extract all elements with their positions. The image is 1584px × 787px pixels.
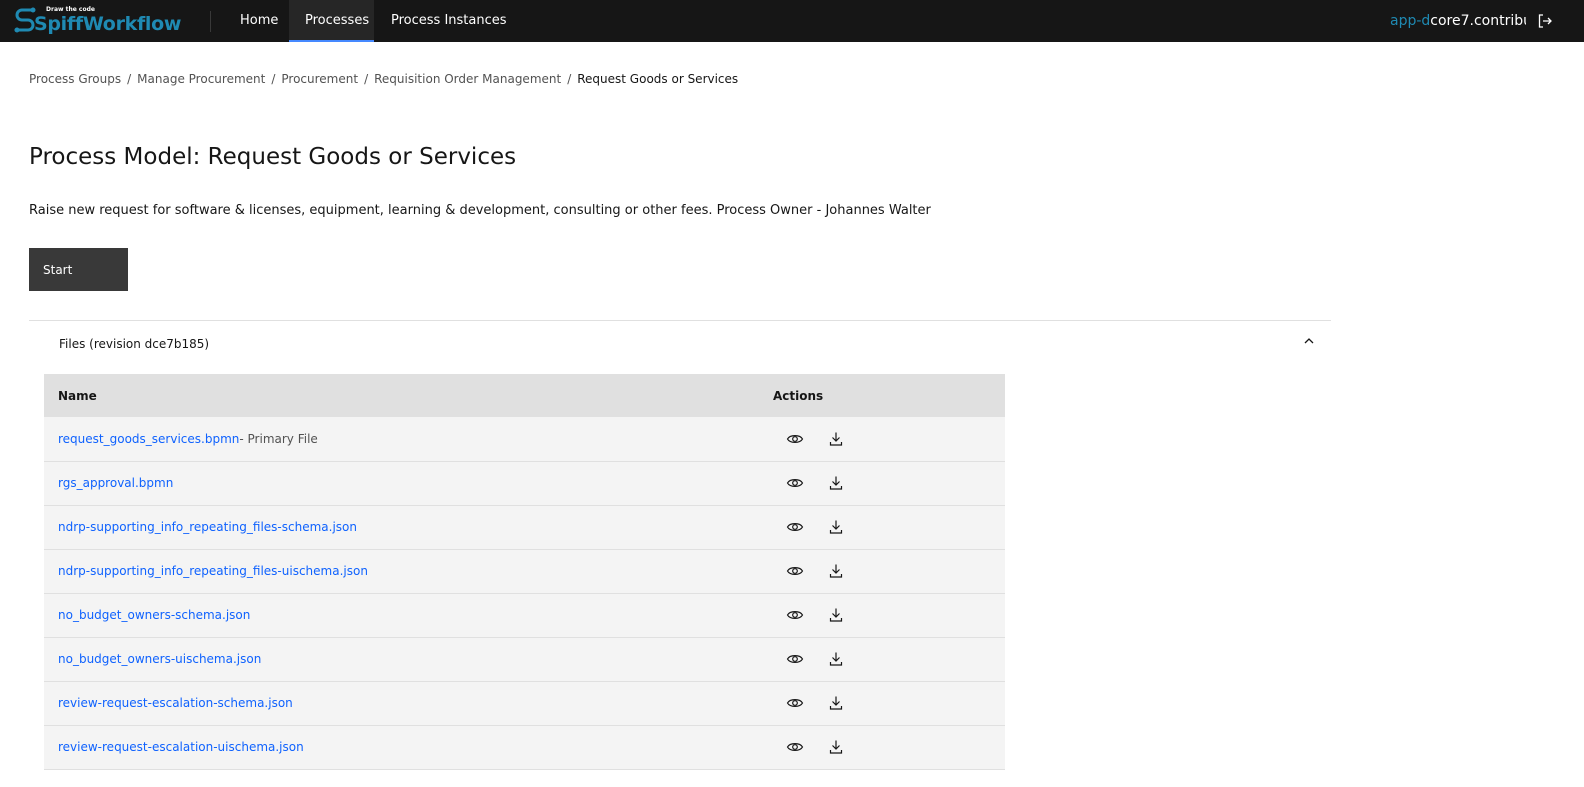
table-row: ndrp-supporting_info_repeating_files-sch… xyxy=(44,505,1005,550)
logo-tagline: Draw the code xyxy=(46,6,95,13)
download-icon[interactable] xyxy=(827,562,845,580)
file-actions-cell xyxy=(773,461,1005,506)
page-title: Process Model: Request Goods or Services xyxy=(29,144,517,170)
file-actions-cell xyxy=(773,549,1005,594)
view-icon[interactable] xyxy=(786,650,804,668)
column-header-name: Name xyxy=(44,374,773,417)
table-header-row: Name Actions xyxy=(44,374,1005,417)
table-row: request_goods_services.bpmn- Primary Fil… xyxy=(44,417,1005,462)
file-link[interactable]: review-request-escalation-schema.json xyxy=(58,696,293,710)
user-prefix: app-d xyxy=(1390,13,1431,29)
column-header-actions: Actions xyxy=(773,374,1005,417)
file-name-cell: review-request-escalation-uischema.json xyxy=(44,725,773,770)
file-name-cell: request_goods_services.bpmn- Primary Fil… xyxy=(44,417,773,462)
file-actions-cell xyxy=(773,417,1005,462)
user-suffix: core7.contribu xyxy=(1430,13,1526,29)
process-description: Raise new request for software & license… xyxy=(29,203,931,218)
file-name-cell: no_budget_owners-schema.json xyxy=(44,593,773,638)
file-actions-cell xyxy=(773,681,1005,726)
table-row: no_budget_owners-schema.json xyxy=(44,593,1005,638)
nav-home[interactable]: Home xyxy=(224,0,294,42)
download-icon[interactable] xyxy=(827,738,845,756)
breadcrumb: Process Groups / Manage Procurement / Procur… xyxy=(29,72,738,86)
download-icon[interactable] xyxy=(827,606,845,624)
primary-file-label: - Primary File xyxy=(239,431,318,446)
breadcrumb-requisition-order-management[interactable]: Requisition Order Management xyxy=(374,72,561,86)
download-icon[interactable] xyxy=(827,430,845,448)
file-actions-cell xyxy=(773,725,1005,770)
view-icon[interactable] xyxy=(786,606,804,624)
file-link[interactable]: ndrp-supporting_info_repeating_files-uis… xyxy=(58,564,368,578)
file-name-cell: rgs_approval.bpmn xyxy=(44,461,773,506)
logo-wordmark: SpiffWorkflow xyxy=(34,13,182,35)
breadcrumb-process-groups[interactable]: Process Groups xyxy=(29,72,121,86)
logo-mark-icon xyxy=(14,7,36,33)
file-link[interactable]: no_budget_owners-uischema.json xyxy=(58,652,261,666)
files-table: Name Actions request_goods_services.bpmn… xyxy=(44,374,1005,770)
header-divider xyxy=(210,11,211,32)
download-icon[interactable] xyxy=(827,518,845,536)
user-identifier[interactable]: app-dcore7.contribu xyxy=(1390,0,1526,42)
file-name-cell: ndrp-supporting_info_repeating_files-uis… xyxy=(44,549,773,594)
file-name-cell: review-request-escalation-schema.json xyxy=(44,681,773,726)
download-icon[interactable] xyxy=(827,650,845,668)
view-icon[interactable] xyxy=(786,430,804,448)
breadcrumb-separator: / xyxy=(127,72,132,86)
table-row: no_budget_owners-uischema.json xyxy=(44,637,1005,682)
file-actions-cell xyxy=(773,505,1005,550)
breadcrumb-separator: / xyxy=(567,72,572,86)
breadcrumb-current: Request Goods or Services xyxy=(577,72,739,86)
file-actions-cell xyxy=(773,637,1005,682)
download-icon[interactable] xyxy=(827,694,845,712)
spiffworkflow-logo[interactable]: Draw the code SpiffWorkflow xyxy=(14,4,181,38)
logout-icon[interactable] xyxy=(1537,13,1553,29)
view-icon[interactable] xyxy=(786,562,804,580)
file-link[interactable]: no_budget_owners-schema.json xyxy=(58,608,250,622)
file-name-cell: ndrp-supporting_info_repeating_files-sch… xyxy=(44,505,773,550)
view-icon[interactable] xyxy=(786,518,804,536)
top-header: Draw the code SpiffWorkflow Home Process… xyxy=(0,0,1584,42)
table-row: rgs_approval.bpmn xyxy=(44,461,1005,506)
view-icon[interactable] xyxy=(786,694,804,712)
files-accordion-title: Files (revision dce7b185) xyxy=(59,337,210,351)
download-icon[interactable] xyxy=(827,474,845,492)
breadcrumb-procurement[interactable]: Procurement xyxy=(281,72,358,86)
breadcrumb-separator: / xyxy=(364,72,369,86)
breadcrumb-separator: / xyxy=(271,72,276,86)
file-link[interactable]: rgs_approval.bpmn xyxy=(58,476,173,490)
table-row: review-request-escalation-schema.json xyxy=(44,681,1005,726)
table-row: ndrp-supporting_info_repeating_files-uis… xyxy=(44,549,1005,594)
file-link[interactable]: ndrp-supporting_info_repeating_files-sch… xyxy=(58,520,357,534)
file-name-cell: no_budget_owners-uischema.json xyxy=(44,637,773,682)
files-accordion-header[interactable]: Files (revision dce7b185) xyxy=(29,321,1331,367)
view-icon[interactable] xyxy=(786,474,804,492)
view-icon[interactable] xyxy=(786,738,804,756)
file-link[interactable]: review-request-escalation-uischema.json xyxy=(58,740,304,754)
file-actions-cell xyxy=(773,593,1005,638)
nav-process-instances[interactable]: Process Instances xyxy=(375,0,523,42)
chevron-up-icon[interactable] xyxy=(1302,334,1316,348)
start-button[interactable]: Start xyxy=(29,248,128,291)
breadcrumb-manage-procurement[interactable]: Manage Procurement xyxy=(137,72,265,86)
table-row: review-request-escalation-uischema.json xyxy=(44,725,1005,770)
nav-processes[interactable]: Processes xyxy=(289,0,374,42)
file-link[interactable]: request_goods_services.bpmn xyxy=(58,432,239,446)
